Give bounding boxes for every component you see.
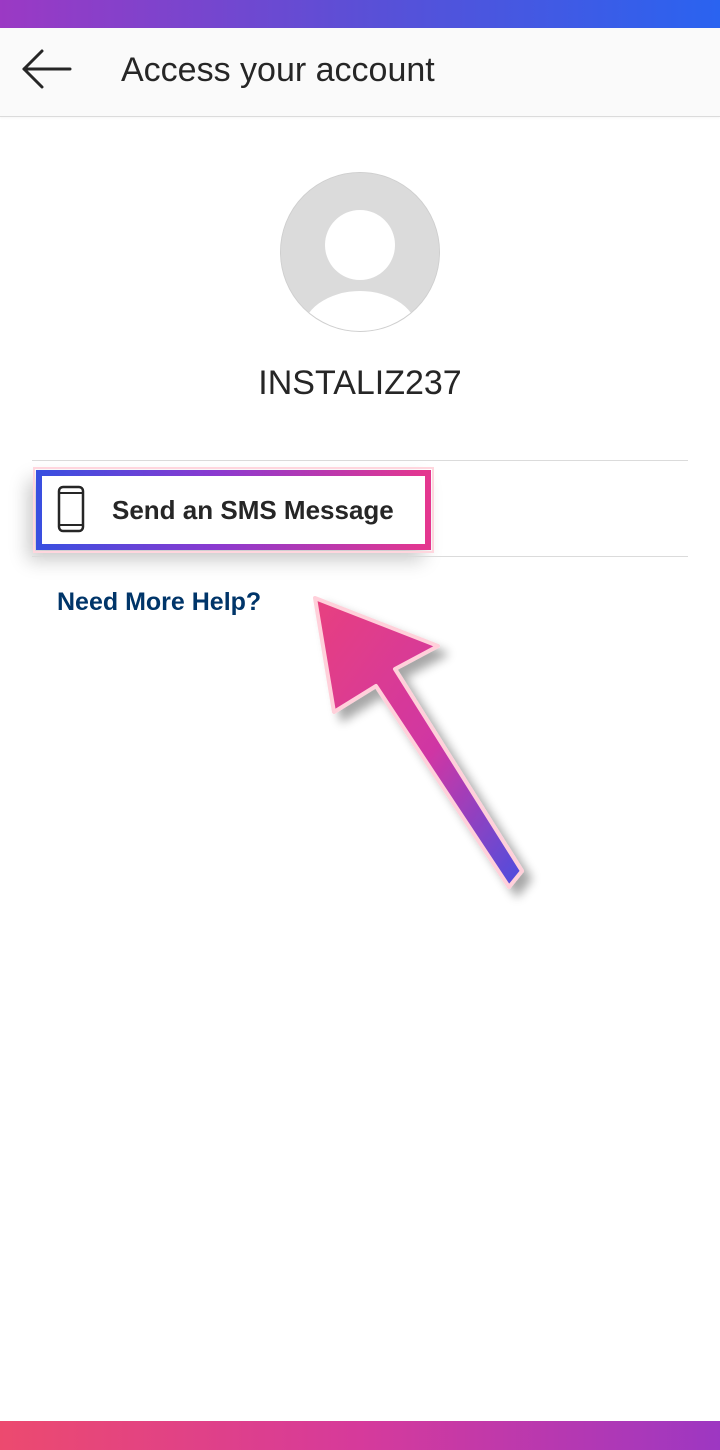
username: INSTALIZ237 [258, 364, 462, 402]
top-gradient-bar [0, 0, 720, 28]
mobile-phone-icon [57, 485, 85, 533]
need-more-help-link[interactable]: Need More Help? [57, 586, 261, 618]
profile-avatar [280, 172, 440, 332]
bottom-gradient-bar [0, 1421, 720, 1450]
annotation-arrow-icon [313, 596, 524, 889]
divider [32, 556, 688, 557]
back-button[interactable] [18, 46, 78, 92]
arrow-left-icon [22, 49, 72, 89]
send-sms-label[interactable]: Send an SMS Message [112, 494, 394, 526]
default-avatar-icon [281, 173, 439, 331]
page-title: Access your account [121, 51, 435, 89]
app-header: Access your account [0, 28, 720, 117]
